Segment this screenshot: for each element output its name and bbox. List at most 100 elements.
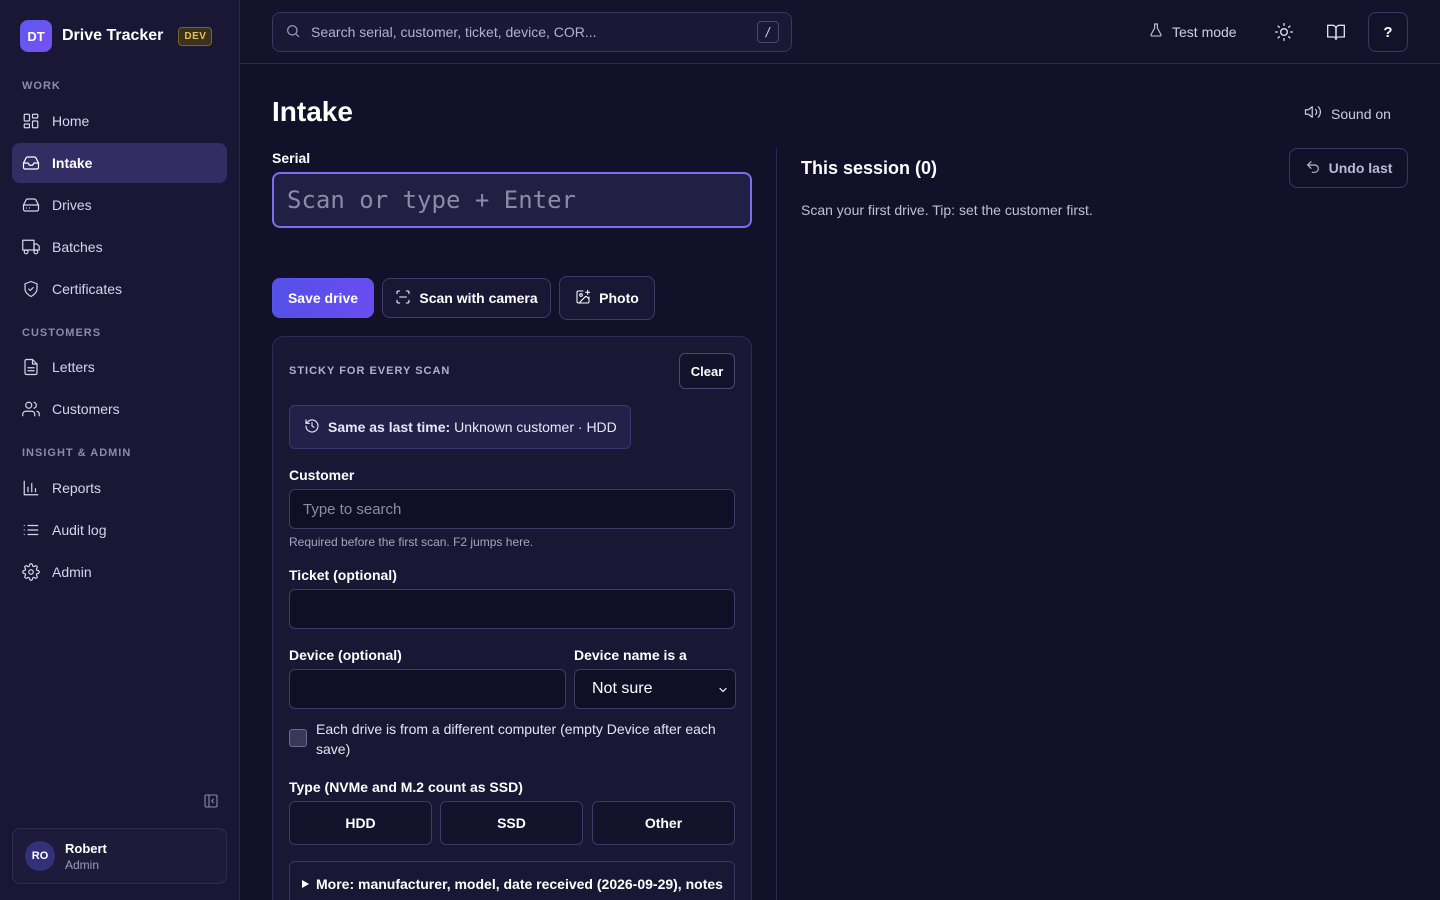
different-computer-option[interactable]: Each drive is from a different computer … — [289, 719, 729, 759]
sidebar-item-label: Intake — [52, 155, 93, 171]
type-label: Type (NVMe and M.2 count as SSD) — [289, 779, 523, 795]
page-title: Intake — [272, 96, 353, 127]
search-icon — [285, 23, 301, 42]
section-label-work: WORK — [22, 80, 61, 92]
serial-input[interactable] — [272, 172, 752, 228]
session-title: This session (0) — [801, 158, 938, 178]
sidebar-item-certificates[interactable]: Certificates — [12, 269, 227, 309]
sidebar-item-home[interactable]: Home — [12, 101, 227, 141]
device-label: Device (optional) — [289, 647, 402, 663]
hard-drive-icon — [22, 196, 40, 214]
history-icon — [304, 418, 328, 437]
book-open-icon[interactable] — [1326, 22, 1346, 42]
users-icon — [22, 400, 40, 418]
ticket-input[interactable] — [289, 589, 735, 629]
undo-last-label: Undo last — [1328, 160, 1393, 176]
sidebar-item-customers[interactable]: Customers — [12, 389, 227, 429]
brand-logo: DT — [20, 20, 52, 52]
sidebar-item-label: Drives — [52, 197, 92, 213]
user-role: Admin — [65, 857, 100, 872]
topbar: / Test mode ? — [240, 0, 1440, 64]
device-kind-label: Device name is a — [574, 647, 687, 663]
sidebar-item-label: Certificates — [52, 281, 123, 297]
sidebar: DT Drive Tracker DEV WORK Home Intake Dr… — [0, 0, 240, 900]
customer-label: Customer — [289, 467, 355, 483]
sound-label: Sound on — [1331, 105, 1391, 122]
scan-camera-button[interactable]: Scan with camera — [382, 278, 551, 318]
sidebar-item-label: Admin — [52, 564, 92, 580]
disclosure-triangle-icon — [302, 880, 309, 888]
more-details-label: More: manufacturer, model, date received… — [316, 876, 723, 892]
user-name: Robert — [65, 840, 107, 856]
sidebar-item-batches[interactable]: Batches — [12, 227, 227, 267]
device-kind-value: Not sure — [592, 680, 653, 697]
sidebar-item-letters[interactable]: Letters — [12, 347, 227, 387]
inbox-icon — [22, 154, 40, 172]
undo-icon — [1305, 159, 1329, 178]
search-input[interactable] — [311, 24, 751, 40]
more-details-toggle[interactable]: More: manufacturer, model, date received… — [289, 861, 735, 900]
global-search[interactable]: / — [272, 12, 792, 52]
customer-hint: Required before the first scan. F2 jumps… — [289, 535, 534, 549]
env-badge: DEV — [178, 26, 213, 46]
chevron-down-icon — [717, 683, 729, 695]
save-drive-button[interactable]: Save drive — [272, 278, 374, 318]
sidebar-item-reports[interactable]: Reports — [12, 468, 227, 508]
sidebar-item-intake[interactable]: Intake — [12, 143, 227, 183]
same-as-last-time-prefix: Same as last time: — [328, 419, 451, 435]
sound-toggle[interactable]: Sound on — [1303, 103, 1391, 124]
column-divider — [776, 148, 777, 900]
truck-icon — [22, 238, 40, 256]
undo-last-button[interactable]: Undo last — [1289, 148, 1408, 188]
list-icon — [22, 521, 40, 539]
type-other-button[interactable]: Other — [592, 801, 735, 845]
clear-button[interactable]: Clear — [679, 353, 735, 389]
sidebar-collapse-icon[interactable] — [203, 793, 219, 809]
photo-label: Photo — [599, 290, 639, 306]
section-label-insight-admin: INSIGHT & ADMIN — [22, 447, 132, 459]
test-mode-toggle[interactable]: Test mode — [1148, 22, 1237, 41]
type-ssd-button[interactable]: SSD — [440, 801, 583, 845]
scan-icon — [395, 289, 419, 308]
user-card[interactable]: RO Robert Admin — [12, 828, 227, 884]
serial-label: Serial — [272, 150, 311, 166]
bar-chart-icon — [22, 479, 40, 497]
gear-icon — [22, 563, 40, 581]
sidebar-item-label: Audit log — [52, 522, 107, 538]
sidebar-item-audit-log[interactable]: Audit log — [12, 510, 227, 550]
type-hdd-button[interactable]: HDD — [289, 801, 432, 845]
same-as-last-time-value: Unknown customer · HDD — [454, 419, 617, 435]
speaker-icon — [1303, 103, 1331, 124]
scan-camera-label: Scan with camera — [419, 290, 538, 306]
app-name: Drive Tracker — [62, 27, 164, 44]
file-text-icon — [22, 358, 40, 376]
device-input[interactable] — [289, 669, 566, 709]
search-shortcut-key: / — [757, 21, 779, 43]
sidebar-item-label: Home — [52, 113, 90, 129]
sticky-settings-panel: STICKY FOR EVERY SCAN Clear Same as last… — [272, 336, 752, 900]
flask-icon — [1148, 22, 1172, 41]
ticket-label: Ticket (optional) — [289, 567, 397, 583]
avatar: RO — [25, 841, 55, 871]
shield-check-icon — [22, 280, 40, 298]
session-empty-message: Scan your first drive. Tip: set the cust… — [801, 202, 1093, 218]
same-as-last-time-chip[interactable]: Same as last time: Unknown customer · HD… — [289, 405, 631, 449]
test-mode-label: Test mode — [1172, 23, 1237, 40]
sidebar-item-label: Letters — [52, 359, 95, 375]
different-computer-label: Each drive is from a different computer … — [316, 721, 716, 757]
brand[interactable]: DT Drive Tracker DEV — [20, 20, 213, 52]
sidebar-item-label: Batches — [52, 239, 103, 255]
device-kind-select[interactable]: Not sure — [574, 669, 736, 709]
theme-sun-icon[interactable] — [1274, 22, 1294, 42]
sidebar-item-drives[interactable]: Drives — [12, 185, 227, 225]
sidebar-item-label: Customers — [52, 401, 120, 417]
different-computer-checkbox[interactable] — [289, 729, 307, 747]
sidebar-item-label: Reports — [52, 480, 102, 496]
photo-button[interactable]: Photo — [559, 276, 655, 320]
help-button[interactable]: ? — [1368, 12, 1408, 52]
grid-icon — [22, 112, 40, 130]
section-label-customers: CUSTOMERS — [22, 327, 102, 339]
customer-search-input[interactable] — [289, 489, 735, 529]
image-plus-icon — [575, 289, 599, 308]
sidebar-item-admin[interactable]: Admin — [12, 552, 227, 592]
